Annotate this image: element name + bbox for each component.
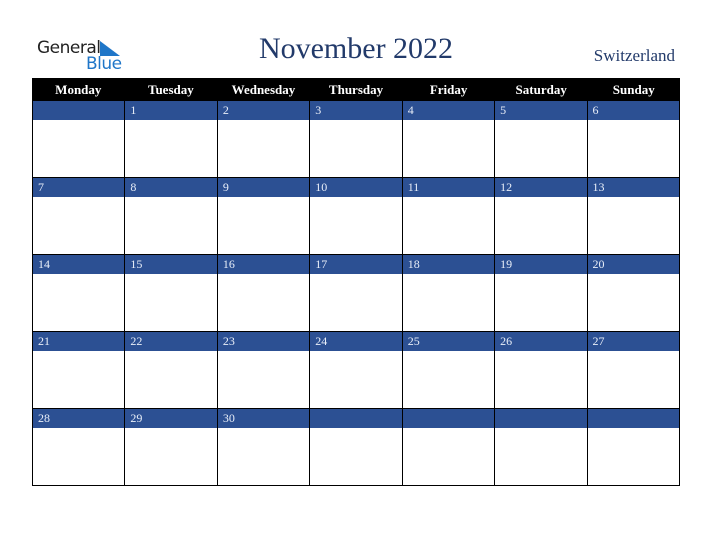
day-number: 17 (310, 255, 402, 274)
day-cell[interactable]: 24 (310, 332, 403, 409)
day-number: 22 (125, 332, 217, 351)
day-number: 21 (33, 332, 125, 351)
day-cell[interactable]: 25 (402, 332, 496, 409)
day-number: 25 (402, 332, 495, 351)
day-cell[interactable]: 1 (125, 101, 218, 178)
week-row: 28 29 30 (32, 409, 680, 486)
day-cell[interactable] (33, 101, 126, 178)
week-row: 7 8 9 10 11 12 13 (32, 178, 680, 255)
day-number: 4 (402, 101, 495, 120)
calendar-weeks: 1 2 3 4 5 6 7 8 9 10 11 12 13 14 15 16 17 18 19 20 21 22 23 24 2… (32, 101, 680, 486)
day-number: 11 (402, 178, 495, 197)
weekday-saturday: Saturday (515, 82, 567, 97)
day-number: 23 (217, 332, 310, 351)
day-number: 5 (495, 101, 587, 120)
day-cell[interactable]: 20 (587, 255, 680, 332)
day-number: 15 (125, 255, 217, 274)
weekday-header: Monday Tuesday Wednesday Thursday Friday Satu… (32, 78, 680, 101)
day-number: 10 (310, 178, 402, 197)
day-number: 2 (217, 101, 310, 120)
day-number: 16 (217, 255, 310, 274)
day-number: 18 (402, 255, 495, 274)
week-row: 14 15 16 17 18 19 20 (32, 255, 680, 332)
weekday-friday: Friday (429, 82, 468, 97)
day-number: 19 (495, 255, 587, 274)
day-cell[interactable] (495, 409, 588, 486)
day-number: 30 (217, 409, 310, 428)
day-cell[interactable]: 29 (125, 409, 218, 486)
day-number (402, 409, 495, 428)
day-cell[interactable]: 5 (495, 101, 588, 178)
day-number (310, 409, 402, 428)
day-number: 24 (310, 332, 402, 351)
weekday-thursday: Thursday (328, 82, 384, 97)
day-number: 12 (495, 178, 587, 197)
day-cell[interactable]: 22 (125, 332, 218, 409)
day-number: 29 (125, 409, 217, 428)
day-number: 8 (125, 178, 217, 197)
day-number (495, 409, 587, 428)
weekday-tuesday: Tuesday (147, 82, 194, 97)
day-cell[interactable]: 9 (217, 178, 311, 255)
week-row: 21 22 23 24 25 26 27 (32, 332, 680, 409)
day-number: 7 (33, 178, 125, 197)
weekday-monday: Monday (55, 82, 102, 97)
day-cell[interactable]: 10 (310, 178, 403, 255)
day-cell[interactable]: 11 (402, 178, 496, 255)
day-number: 9 (217, 178, 310, 197)
day-cell[interactable]: 3 (310, 101, 403, 178)
day-cell[interactable]: 19 (495, 255, 588, 332)
day-cell[interactable]: 8 (125, 178, 218, 255)
day-number: 28 (33, 409, 125, 428)
weekday-sunday: Sunday (612, 82, 655, 97)
day-cell[interactable]: 30 (217, 409, 311, 486)
day-number: 6 (587, 101, 679, 120)
day-number (33, 101, 125, 120)
day-cell[interactable]: 4 (402, 101, 496, 178)
day-cell[interactable]: 2 (217, 101, 311, 178)
country-label: Switzerland (593, 46, 675, 65)
day-cell[interactable] (587, 409, 680, 486)
day-cell[interactable]: 12 (495, 178, 588, 255)
day-number: 20 (587, 255, 679, 274)
day-cell[interactable]: 6 (587, 101, 680, 178)
day-cell[interactable]: 13 (587, 178, 680, 255)
day-number: 26 (495, 332, 587, 351)
day-cell[interactable] (402, 409, 496, 486)
day-cell[interactable]: 7 (33, 178, 126, 255)
day-cell[interactable]: 23 (217, 332, 311, 409)
day-cell[interactable] (310, 409, 403, 486)
day-cell[interactable]: 27 (587, 332, 680, 409)
day-cell[interactable]: 16 (217, 255, 311, 332)
day-cell[interactable]: 18 (402, 255, 496, 332)
day-cell[interactable]: 21 (33, 332, 126, 409)
day-cell[interactable]: 26 (495, 332, 588, 409)
day-number: 1 (125, 101, 217, 120)
day-number: 27 (587, 332, 679, 351)
day-cell[interactable]: 14 (33, 255, 126, 332)
calendar-grid: Monday Tuesday Wednesday Thursday Friday Satu… (32, 78, 680, 486)
day-number: 13 (587, 178, 679, 197)
day-cell[interactable]: 15 (125, 255, 218, 332)
day-number: 3 (310, 101, 402, 120)
day-cell[interactable]: 28 (33, 409, 126, 486)
week-row: 123456 (32, 101, 680, 178)
day-cell[interactable]: 17 (310, 255, 403, 332)
weekday-wednesday: Wednesday (231, 82, 296, 97)
day-number: 14 (33, 255, 125, 274)
day-number (587, 409, 679, 428)
